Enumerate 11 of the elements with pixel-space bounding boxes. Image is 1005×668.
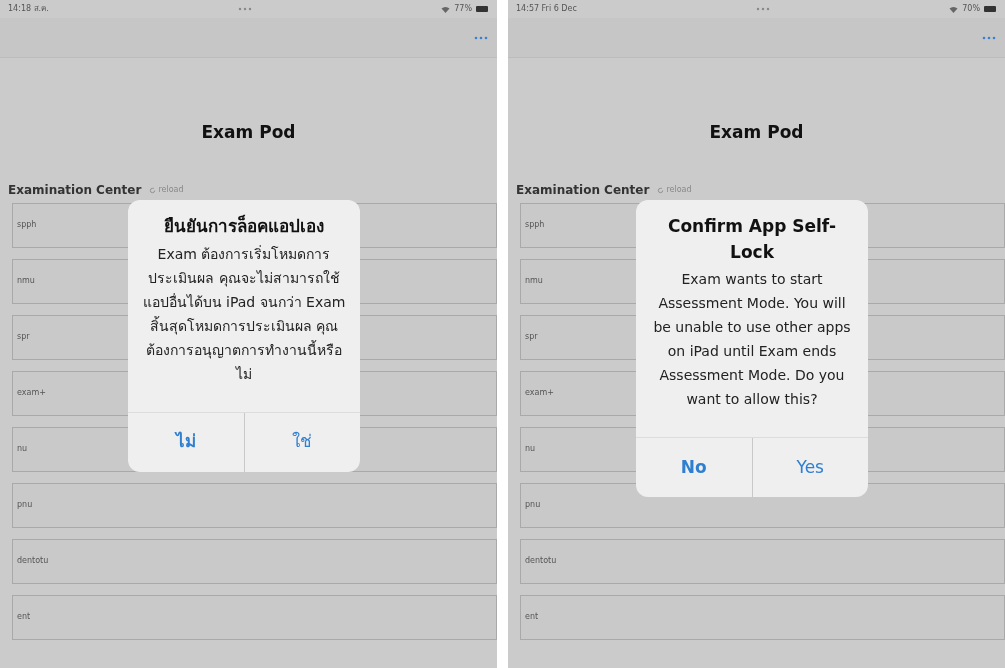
battery-percent: 77%	[454, 3, 472, 15]
dialog-title: Confirm App Self-Lock	[666, 215, 837, 264]
app-title: Exam Pod	[201, 121, 296, 144]
dialog-title: ยืนยันการล็อคแอปเอง	[164, 214, 324, 238]
status-time: 14:57 Fri 6 Dec	[516, 3, 577, 15]
battery-percent: 70%	[962, 3, 980, 15]
dialog-message: Exam wants to start Assessment Mode. You will be unable to use other apps on iPad until Exam ends Assessment Mode. Do you want to allow this?	[652, 270, 852, 409]
app-title: Exam Pod	[709, 121, 804, 144]
status-time: 14:18 ส.ค.	[8, 3, 49, 15]
section-heading: Examination Center	[516, 181, 650, 199]
section-heading: Examination Center	[8, 181, 142, 199]
